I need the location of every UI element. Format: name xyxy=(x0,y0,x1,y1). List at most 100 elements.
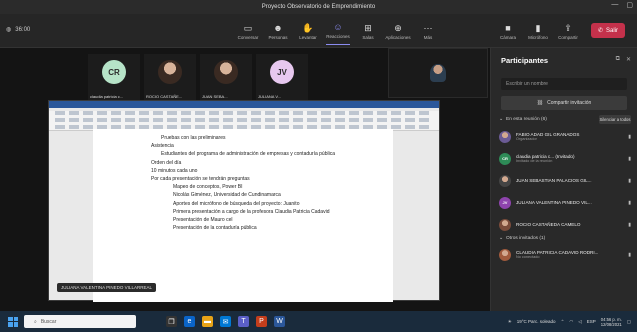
avatar xyxy=(499,130,511,143)
share-invite-button[interactable]: ⛓ Compartir invitación xyxy=(501,96,627,110)
participant-row[interactable]: JV JULIANA VALENTINA PINEDO VIL... ▮ xyxy=(499,194,631,211)
word-icon[interactable]: W xyxy=(274,316,285,327)
toolbar-actions: ▭ Conversar ☻ Personas ✋ Levantar ☺ Reaccion… xyxy=(236,17,440,45)
self-video[interactable] xyxy=(388,48,488,98)
reactions-button[interactable]: ☺ Reacciones xyxy=(326,17,350,45)
chevron-down-icon: ⌄ xyxy=(499,236,504,241)
avatar: CR xyxy=(102,60,126,84)
avatar: JV xyxy=(499,196,511,209)
avatar xyxy=(499,218,511,231)
participant-tile[interactable]: CR claudia patricia c... xyxy=(88,54,140,100)
maximize-icon[interactable]: ▢ xyxy=(626,1,633,9)
teams-window: Proyecto Observatorio de Emprendimiento … xyxy=(0,0,637,332)
mic-icon: ▮ xyxy=(628,133,631,140)
document-line: Por cada presentación se tendrán pregunt… xyxy=(151,176,250,183)
participant-row[interactable]: FABIO ADAD GIL GRANADOS Organizador ▮ xyxy=(499,128,631,145)
participant-row[interactable]: CLAUDIA PATRICIA CADAVID RODRI... No cone… xyxy=(499,246,631,263)
document-line: Mapeo de conceptos, Power BI xyxy=(173,184,243,191)
participant-name: JUAN SEBASTIAN PALACIOS GIL... xyxy=(516,178,592,183)
participant-role: No conectado xyxy=(516,255,540,259)
document-line: Asistencia xyxy=(151,143,174,150)
apps-button[interactable]: ⊕ Aplicaciones xyxy=(385,17,410,45)
participant-row[interactable]: CR claudia patricia c... (Invitado) Invita… xyxy=(499,150,631,167)
participant-role: Organizador xyxy=(516,137,537,141)
volume-icon[interactable]: ◁ xyxy=(578,319,581,325)
chevron-up-icon[interactable]: ⌃ xyxy=(561,319,565,325)
mic-icon: ▮ xyxy=(628,155,631,162)
participant-row[interactable]: ROCIO CASTAÑEDA CAMELO ▮ xyxy=(499,216,631,233)
participant-tile[interactable]: JUAN SEBA... xyxy=(200,54,252,100)
document-line: Presentación de Mauro cel xyxy=(173,217,233,224)
windows-taskbar: ⌕ Buscar ❐ e ▬ ✉ T P W ☀ 19°C Parc. sole… xyxy=(0,311,637,332)
share-button[interactable]: ⇪ Compartir xyxy=(556,17,580,45)
people-button[interactable]: ☻ Personas xyxy=(266,17,290,45)
participants-panel: Participantes ⧉ ✕ Escribir un nombre ⛓ C… xyxy=(490,48,637,311)
avatar xyxy=(214,60,238,84)
more-icon: ⋯ xyxy=(423,22,433,33)
edge-icon[interactable]: e xyxy=(184,316,195,327)
camera-icon: ■ xyxy=(505,22,511,33)
avatar: JV xyxy=(270,60,294,84)
participant-search-input[interactable]: Escribir un nombre xyxy=(501,78,627,90)
rooms-button[interactable]: ⊞ Salas xyxy=(356,17,380,45)
title-bar: Proyecto Observatorio de Emprendimiento … xyxy=(0,0,637,14)
participant-role: Invitado de la reunión xyxy=(516,159,553,163)
tile-name: JULIANA V... xyxy=(258,94,281,99)
more-button[interactable]: ⋯ Más xyxy=(416,17,440,45)
chat-button[interactable]: ▭ Conversar xyxy=(236,17,260,45)
language-indicator[interactable]: ESP xyxy=(587,319,596,324)
folder-icon[interactable]: ▬ xyxy=(202,316,213,327)
section-others[interactable]: ⌄ Otros invitados (1) xyxy=(499,236,545,241)
task-view-icon[interactable]: ❐ xyxy=(166,316,177,327)
wifi-icon[interactable]: ◠ xyxy=(569,319,573,325)
document-line: Estudiantes del programa de administraci… xyxy=(161,151,335,158)
mic-button[interactable]: ▮ Micrófono xyxy=(526,17,550,45)
mic-icon: ▮ xyxy=(628,221,631,228)
word-title-bar xyxy=(49,101,439,108)
avatar xyxy=(158,60,182,84)
mail-icon[interactable]: ✉ xyxy=(220,316,231,327)
shield-icon: ◍ xyxy=(6,27,12,33)
weather-text: 19°C Parc. soleado xyxy=(516,319,556,324)
chat-icon: ▭ xyxy=(243,22,253,33)
meeting-timer: ◍ 36:00 xyxy=(6,26,31,34)
document-line: Pruebas con las preliminares xyxy=(161,135,226,141)
minimize-icon[interactable]: — xyxy=(611,1,618,9)
document-line: Nicolás Giménez, Universidad de Cundinam… xyxy=(173,192,281,199)
powerpoint-icon[interactable]: P xyxy=(256,316,267,327)
start-button[interactable] xyxy=(8,316,18,327)
mic-icon: ▮ xyxy=(535,22,541,33)
avatar xyxy=(499,248,511,261)
document-page: Pruebas con las preliminares Asistencia Es… xyxy=(93,129,393,302)
notification-icon[interactable]: ▢ xyxy=(627,319,631,325)
clock[interactable]: 04:56 p. m. 12/08/2021 xyxy=(601,317,622,327)
people-icon: ☻ xyxy=(273,22,283,33)
camera-button[interactable]: ■ Cámara xyxy=(496,17,520,45)
document-line: Orden del día xyxy=(151,159,182,166)
link-icon: ⛓ xyxy=(536,100,544,106)
document-line: Aportes del micrófono de búsqueda del pr… xyxy=(173,200,300,207)
shared-screen: Pruebas con las preliminares Asistencia Es… xyxy=(48,100,440,302)
phone-icon: ✆ xyxy=(597,28,603,34)
participant-row[interactable]: JUAN SEBASTIAN PALACIOS GIL... ▮ xyxy=(499,172,631,189)
document-line: Presentación de la contaduría pública xyxy=(173,225,257,232)
taskbar-search[interactable]: ⌕ Buscar xyxy=(24,315,136,328)
media-controls: ■ Cámara ▮ Micrófono ⇪ Compartir xyxy=(496,17,580,45)
word-ribbon xyxy=(49,111,439,131)
raise-hand-button[interactable]: ✋ Levantar xyxy=(296,17,320,45)
timer-text: 36:00 xyxy=(15,26,31,33)
teams-icon[interactable]: T xyxy=(238,316,249,327)
mic-icon: ▮ xyxy=(628,199,631,206)
tile-name: claudia patricia c... xyxy=(90,94,124,99)
meeting-toolbar: ◍ 36:00 ▭ Conversar ☻ Personas ✋ Levantar ☺… xyxy=(0,14,637,48)
participant-tile[interactable]: JV JULIANA V... xyxy=(256,54,308,100)
leave-button[interactable]: ✆ Salir xyxy=(591,23,625,38)
mute-all-button[interactable]: Silenciar a todos xyxy=(599,115,631,124)
presenter-label: JULIANA VALENTINA PINEDO VILLARREAL xyxy=(57,283,156,292)
popout-icon[interactable]: ⧉ xyxy=(616,56,620,63)
section-in-meeting[interactable]: ⌄ En esta reunión (6) xyxy=(499,117,547,122)
participant-tile[interactable]: ROCIO CASTAÑE... xyxy=(144,54,196,100)
avatar xyxy=(499,174,511,187)
close-icon[interactable]: ✕ xyxy=(626,56,631,63)
mic-icon: ▮ xyxy=(628,251,631,258)
